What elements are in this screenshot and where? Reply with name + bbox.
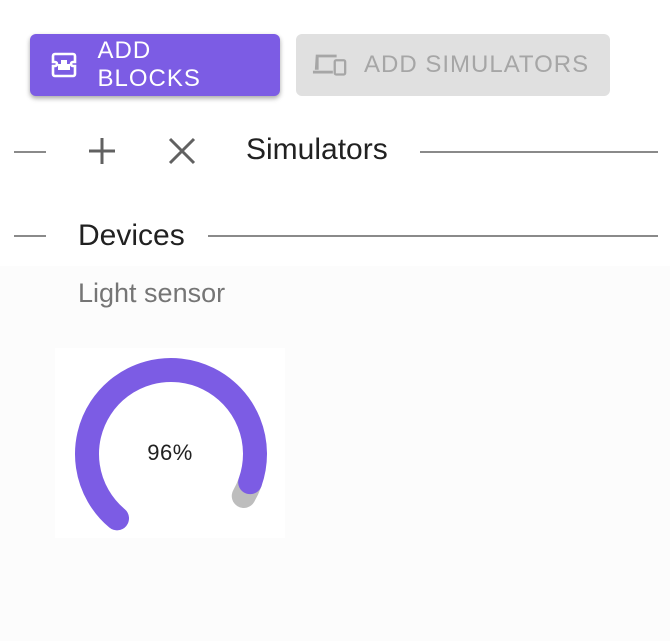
devices-title: Devices bbox=[78, 219, 185, 252]
divider bbox=[14, 151, 46, 153]
divider bbox=[208, 235, 658, 237]
simulators-section-header: Simulators bbox=[0, 131, 670, 171]
blocks-icon bbox=[46, 47, 82, 83]
add-simulators-label: ADD SIMULATORS bbox=[364, 51, 590, 78]
add-blocks-button[interactable]: ADD BLOCKS bbox=[30, 34, 280, 96]
plus-icon bbox=[89, 138, 115, 164]
divider bbox=[420, 151, 658, 153]
toolbar: ADD BLOCKS ADD SIMULATORS bbox=[30, 34, 610, 96]
add-blocks-label: ADD BLOCKS bbox=[97, 37, 201, 92]
gauge-value: 96% bbox=[147, 440, 193, 465]
add-simulator-button[interactable] bbox=[80, 129, 124, 173]
close-simulators-button[interactable] bbox=[160, 129, 204, 173]
devices-section-header: Devices bbox=[0, 216, 670, 256]
close-icon bbox=[168, 137, 196, 165]
light-sensor-gauge[interactable]: 96% bbox=[55, 348, 285, 538]
devices-icon bbox=[312, 47, 348, 83]
device-name: Light sensor bbox=[78, 278, 226, 308]
divider bbox=[14, 235, 46, 237]
add-simulators-button[interactable]: ADD SIMULATORS bbox=[296, 34, 610, 96]
simulators-title: Simulators bbox=[246, 133, 388, 166]
